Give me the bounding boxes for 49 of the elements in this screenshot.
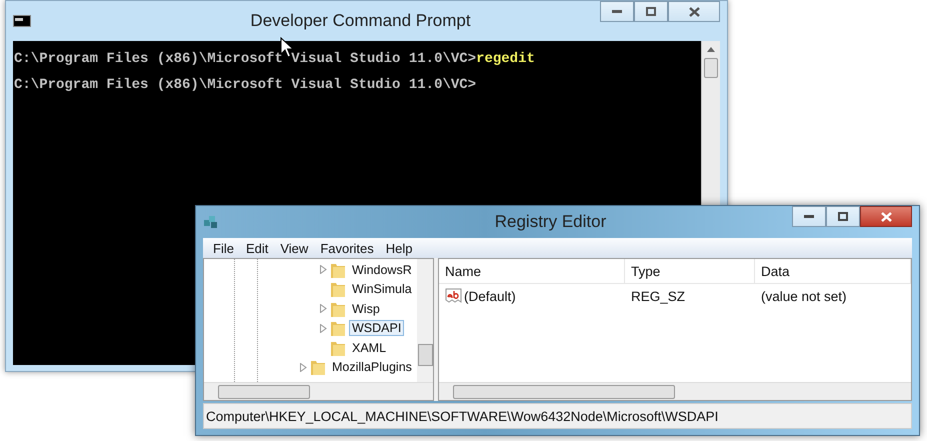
close-button[interactable]: [860, 206, 912, 227]
folder-icon: [310, 358, 326, 376]
maximize-button[interactable]: [826, 206, 860, 227]
vertical-scrollbar[interactable]: [417, 259, 433, 382]
minimize-icon: [612, 10, 622, 14]
expand-arrow-icon[interactable]: [320, 324, 327, 333]
minimize-icon: [804, 214, 814, 218]
console-line: C:\Program Files (x86)\Microsoft Visual Studio 11.0\VC>regedit: [14, 51, 536, 69]
maximize-icon: [838, 212, 848, 221]
menu-item[interactable]: Edit: [240, 240, 274, 256]
minimize-button[interactable]: [600, 1, 634, 22]
tree-item[interactable]: WSDAPI: [349, 320, 404, 336]
tree-item[interactable]: MozillaPlugins: [329, 359, 415, 376]
expand-arrow-icon[interactable]: [320, 304, 327, 314]
tree-item[interactable]: WindowsR: [349, 262, 415, 278]
scroll-up-arrow-icon[interactable]: [707, 47, 715, 52]
menu-item[interactable]: View: [274, 240, 314, 256]
menu-item[interactable]: File: [207, 240, 240, 256]
scrollbar-thumb[interactable]: [704, 58, 718, 78]
horizontal-scrollbar[interactable]: [204, 382, 433, 400]
table-cell: (Default): [464, 288, 516, 304]
console-line: C:\Program Files (x86)\Microsoft Visual Studio 11.0\VC>: [14, 77, 478, 95]
tree-item[interactable]: WinSimula: [349, 281, 415, 298]
close-icon: [880, 212, 892, 222]
folder-icon: [330, 280, 346, 298]
menu-item[interactable]: Favorites: [314, 240, 380, 256]
expand-arrow-icon[interactable]: [320, 265, 327, 274]
table-cell-text: REG_SZ: [630, 288, 686, 304]
minimize-button[interactable]: [792, 206, 826, 227]
expand-arrow-icon[interactable]: [300, 362, 307, 372]
window-title: Developer Command Prompt: [249, 11, 472, 31]
horizontal-scrollbar[interactable]: [439, 382, 911, 400]
maximize-icon: [646, 7, 656, 16]
close-icon: [688, 6, 700, 16]
column-header[interactable]: Type: [625, 259, 755, 283]
tree-item[interactable]: Wisp: [349, 300, 383, 317]
menu-item[interactable]: Help: [380, 240, 419, 256]
table-cell-text: (value not set): [760, 288, 848, 304]
console-icon: [13, 15, 31, 27]
status-bar: Computer\HKEY_LOCAL_MACHINE\SOFTWARE\Wow6432Node\Microsoft\WSDAPI: [203, 403, 912, 429]
column-header[interactable]: Data: [755, 259, 911, 283]
close-button[interactable]: [668, 1, 720, 22]
registry-cubes-icon: [203, 214, 219, 230]
window-title: Registry Editor: [494, 212, 608, 232]
folder-icon: [330, 319, 346, 338]
tree-item[interactable]: XAML: [349, 340, 390, 356]
string-value-icon: [445, 288, 462, 304]
column-header[interactable]: Name: [439, 259, 625, 283]
maximize-button[interactable]: [634, 1, 668, 22]
